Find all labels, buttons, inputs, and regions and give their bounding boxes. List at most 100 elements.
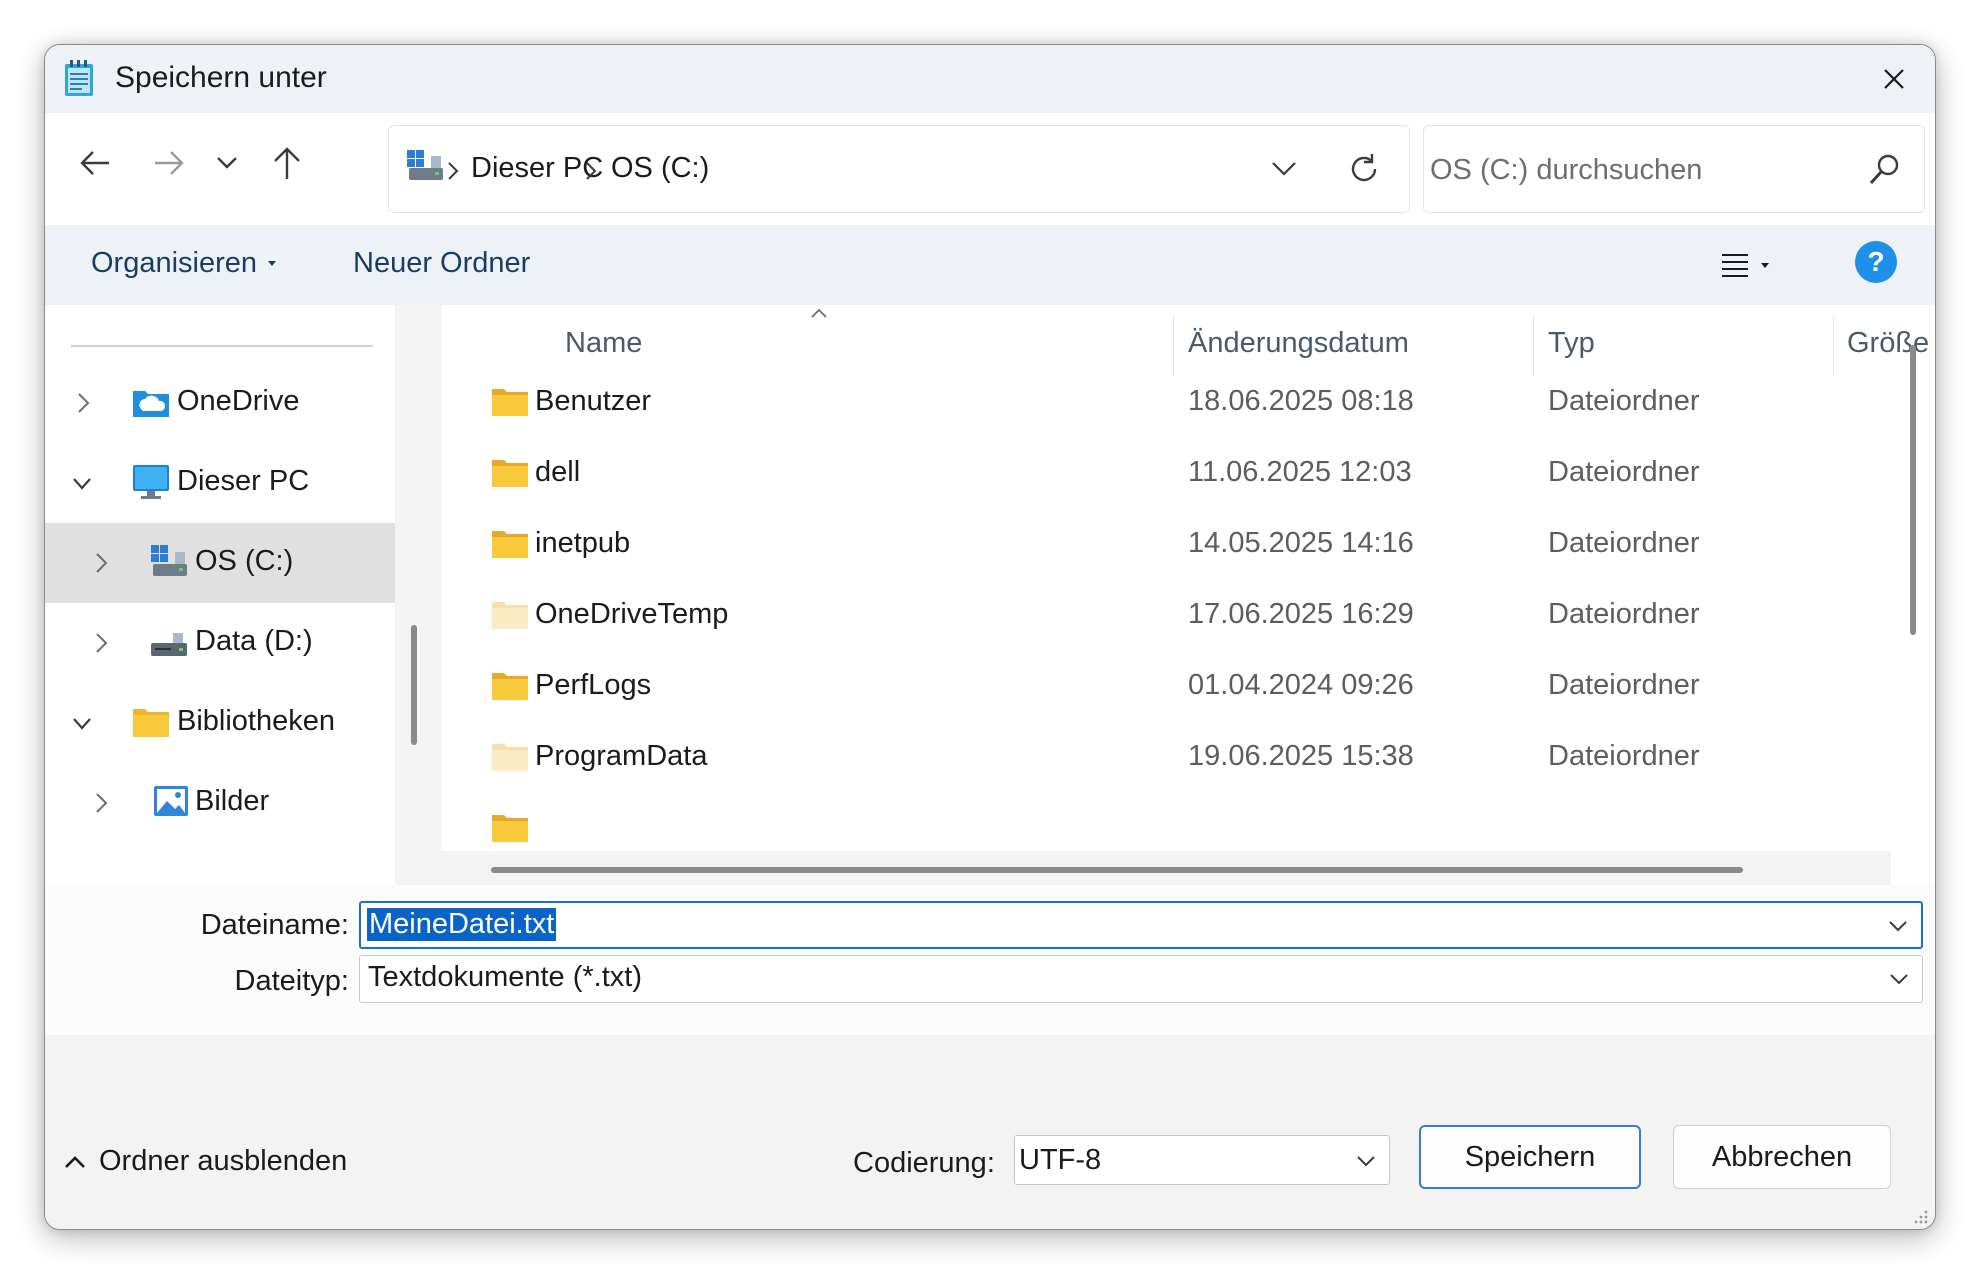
address-dropdown-button[interactable] <box>1259 144 1309 194</box>
chevron-right-icon <box>96 793 108 813</box>
navigation-bar: Dieser PC OS (C:) <box>45 113 1935 225</box>
sidebar-item-onedrive[interactable]: OneDrive <box>45 363 395 443</box>
file-name: inetpub <box>535 527 631 559</box>
search-box[interactable] <box>1423 125 1925 213</box>
column-header-type[interactable]: Typ <box>1548 327 1595 360</box>
file-row[interactable]: Benutzer 18.06.2025 08:18 Dateiordner <box>441 367 1891 438</box>
window-title: Speichern unter <box>115 61 327 94</box>
caret-down-icon <box>268 260 277 266</box>
resize-grip-icon[interactable] <box>1911 1207 1929 1225</box>
file-list-horizontal-scroll-track <box>441 851 1891 885</box>
cancel-button[interactable]: Abbrechen <box>1673 1125 1891 1189</box>
file-row[interactable]: OneDriveTemp 17.06.2025 16:29 Dateiordne… <box>441 580 1891 651</box>
sidebar-item-dieser-pc[interactable]: Dieser PC <box>45 443 395 523</box>
filetype-label: Dateityp: <box>234 965 349 997</box>
file-name: ProgramData <box>535 740 708 772</box>
organize-button[interactable]: Organisieren <box>91 247 277 280</box>
column-divider[interactable] <box>1173 315 1174 375</box>
file-row[interactable]: inetpub 14.05.2025 14:16 Dateiordner <box>441 509 1891 580</box>
back-button[interactable] <box>65 133 125 193</box>
file-date: 17.06.2025 16:29 <box>1188 598 1414 630</box>
filetype-select[interactable]: Textdokumente (*.txt) <box>359 955 1923 1003</box>
file-name: PerfLogs <box>535 669 652 701</box>
file-date: 11.06.2025 12:03 <box>1188 456 1412 488</box>
file-name: OneDriveTemp <box>535 598 729 630</box>
folder-icon <box>492 389 528 416</box>
drive-d-icon <box>151 633 187 656</box>
file-type: Dateiordner <box>1548 740 1700 772</box>
filename-label: Dateiname: <box>200 909 349 941</box>
pane-splitter[interactable] <box>395 305 441 885</box>
file-date: 14.05.2025 14:16 <box>1188 527 1414 559</box>
hide-folders-button[interactable]: Ordner ausblenden <box>63 1145 347 1178</box>
view-options-button[interactable] <box>1720 243 1800 289</box>
recent-locations-button[interactable] <box>197 133 257 193</box>
save-as-dialog: Speichern unter Dieser PC OS (C:) OS (C:… <box>44 44 1936 1230</box>
file-list-horizontal-scrollbar[interactable] <box>491 867 1743 873</box>
dialog-footer: Ordner ausblenden Codierung: UTF-8 Speic… <box>45 1035 1935 1229</box>
pictures-icon <box>154 786 188 816</box>
file-type: Dateiordner <box>1548 456 1700 488</box>
refresh-icon <box>1351 154 1377 182</box>
file-row[interactable]: PerfLogs 01.04.2024 09:26 Dateiordner <box>441 651 1891 722</box>
sidebar-item-label: Data (D:) <box>195 625 313 657</box>
chevron-right-icon <box>96 553 108 573</box>
libraries-icon <box>133 709 169 737</box>
list-view-icon <box>1722 254 1748 277</box>
sidebar-item-os-c[interactable]: OS (C:) <box>45 523 395 603</box>
sidebar-scrollbar[interactable] <box>411 625 417 745</box>
folder-icon <box>492 815 528 842</box>
file-row-partial[interactable] <box>441 793 1891 851</box>
command-bar: Organisieren Neuer Ordner ? <box>45 225 1935 305</box>
chevron-down-icon[interactable] <box>1887 915 1909 937</box>
onedrive-icon <box>133 391 169 417</box>
sidebar-item-data-d[interactable]: Data (D:) <box>45 603 395 683</box>
arrow-left-icon <box>80 151 109 175</box>
chevron-down-icon <box>73 478 91 490</box>
encoding-select[interactable]: UTF-8 <box>1014 1135 1390 1185</box>
chevron-down-icon <box>1272 162 1296 176</box>
folder-icon <box>492 673 528 700</box>
organize-label: Organisieren <box>91 247 258 279</box>
caret-down-icon <box>1761 263 1769 268</box>
refresh-button[interactable] <box>1339 142 1389 196</box>
new-folder-button[interactable]: Neuer Ordner <box>353 247 530 280</box>
file-list-vertical-scrollbar[interactable] <box>1910 345 1916 635</box>
hidden-folder-icon <box>492 744 528 771</box>
filetype-value: Textdokumente (*.txt) <box>368 961 642 993</box>
hide-folders-label: Ordner ausblenden <box>99 1145 348 1177</box>
help-button[interactable]: ? <box>1855 241 1897 283</box>
arrow-right-icon <box>155 151 184 175</box>
file-name: dell <box>535 456 581 488</box>
file-name: Benutzer <box>535 385 652 417</box>
sidebar-item-label: OS (C:) <box>195 545 294 577</box>
drive-c-icon <box>151 545 187 576</box>
save-button[interactable]: Speichern <box>1419 1125 1641 1189</box>
forward-button[interactable] <box>139 133 199 193</box>
drive-c-icon <box>405 148 445 184</box>
filename-field[interactable]: MeineDatei.txt <box>359 901 1923 949</box>
file-type: Dateiordner <box>1548 385 1700 417</box>
sidebar-item-bibliotheken[interactable]: Bibliotheken <box>45 683 395 763</box>
sidebar-item-label: Bibliotheken <box>177 705 335 737</box>
column-header-name[interactable]: Name <box>565 327 642 360</box>
breadcrumb-os-c[interactable]: OS (C:) <box>611 152 709 185</box>
chevron-down-icon[interactable] <box>1888 968 1910 990</box>
file-row[interactable]: ProgramData 19.06.2025 15:38 Dateiordner <box>441 722 1891 793</box>
encoding-value: UTF-8 <box>1019 1144 1102 1176</box>
column-header-size[interactable]: Größe <box>1847 327 1929 360</box>
filename-value[interactable]: MeineDatei.txt <box>367 908 557 941</box>
close-button[interactable] <box>1853 45 1935 113</box>
column-divider[interactable] <box>1833 315 1834 375</box>
search-input[interactable] <box>1430 148 1850 192</box>
search-icon <box>1869 154 1899 185</box>
column-header-date[interactable]: Änderungsdatum <box>1188 327 1409 360</box>
address-bar[interactable]: Dieser PC OS (C:) <box>388 125 1410 213</box>
arrow-up-icon <box>274 147 300 179</box>
file-row[interactable]: dell 11.06.2025 12:03 Dateiordner <box>441 438 1891 509</box>
sidebar-item-bilder[interactable]: Bilder <box>45 763 395 843</box>
column-divider[interactable] <box>1533 315 1534 375</box>
folder-icon <box>492 531 528 558</box>
file-type: Dateiordner <box>1548 669 1700 701</box>
up-button[interactable] <box>257 133 317 193</box>
